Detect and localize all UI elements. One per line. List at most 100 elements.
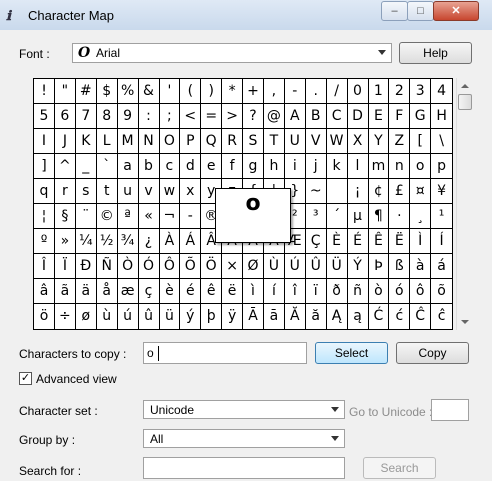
character-cell[interactable]: Î	[34, 254, 55, 279]
character-cell[interactable]: ?	[243, 104, 264, 129]
character-cell[interactable]: b	[138, 154, 160, 179]
character-cell[interactable]: ´	[326, 204, 348, 229]
character-cell[interactable]: X	[347, 129, 369, 154]
character-cell[interactable]: Õ	[180, 254, 202, 279]
character-cell[interactable]: c	[159, 154, 181, 179]
character-cell[interactable]: j	[305, 154, 327, 179]
maximize-button[interactable]: □	[407, 1, 434, 21]
character-cell[interactable]: ¼	[75, 229, 97, 254]
character-cell[interactable]: P	[180, 129, 202, 154]
character-cell[interactable]: ¦	[34, 204, 55, 229]
character-cell[interactable]: u	[117, 179, 139, 204]
character-cell[interactable]: v	[138, 179, 160, 204]
character-cell[interactable]: ¶	[368, 204, 390, 229]
advanced-view-checkbox[interactable]: ✓	[19, 372, 32, 385]
character-cell[interactable]: M	[117, 129, 139, 154]
character-cell[interactable]: 8	[96, 104, 118, 129]
character-cell[interactable]: Ý	[347, 254, 369, 279]
character-cell[interactable]: È	[326, 229, 348, 254]
character-cell[interactable]: ñ	[347, 279, 369, 304]
character-cell[interactable]: á	[431, 254, 453, 279]
character-cell[interactable]: Ć	[368, 304, 390, 329]
character-cell[interactable]: ü	[159, 304, 181, 329]
character-cell[interactable]: '	[159, 79, 181, 104]
character-cell[interactable]: U	[284, 129, 306, 154]
character-cell[interactable]: 2	[389, 79, 411, 104]
character-cell[interactable]: t	[96, 179, 118, 204]
character-cell[interactable]: 6	[54, 104, 76, 129]
character-cell[interactable]: É	[347, 229, 369, 254]
character-cell[interactable]: ć	[389, 304, 411, 329]
character-cell[interactable]: Q	[201, 129, 223, 154]
character-cell[interactable]: ]	[34, 154, 55, 179]
character-cell[interactable]: H	[431, 104, 453, 129]
character-cell[interactable]: 1	[368, 79, 390, 104]
character-cell[interactable]: ©	[96, 204, 118, 229]
character-cell[interactable]: õ	[431, 279, 453, 304]
character-cell[interactable]: û	[139, 304, 160, 329]
scroll-thumb[interactable]	[458, 94, 472, 110]
character-cell[interactable]: î	[284, 279, 306, 304]
character-cell[interactable]: k	[326, 154, 348, 179]
character-cell[interactable]: ú	[118, 304, 139, 329]
character-cell[interactable]: *	[222, 79, 244, 104]
character-cell[interactable]: ³	[305, 204, 327, 229]
character-cell[interactable]: &	[138, 79, 160, 104]
character-cell[interactable]: ã	[54, 279, 76, 304]
character-cell[interactable]: p	[431, 154, 453, 179]
character-cell[interactable]: Ĉ	[410, 304, 432, 329]
character-cell[interactable]: W	[326, 129, 348, 154]
character-cell[interactable]: -	[180, 204, 202, 229]
character-cell[interactable]: ā	[264, 304, 285, 329]
font-dropdown[interactable]: O Arial	[72, 43, 392, 63]
character-cell[interactable]: å	[96, 279, 118, 304]
character-cell[interactable]: Ó	[138, 254, 160, 279]
character-cell[interactable]: 9	[117, 104, 139, 129]
character-cell[interactable]: Ð	[75, 254, 97, 279]
character-cell[interactable]: _	[75, 154, 97, 179]
character-cell[interactable]: o	[410, 154, 432, 179]
character-cell[interactable]: =	[201, 104, 223, 129]
character-cell[interactable]: :	[138, 104, 160, 129]
character-cell[interactable]: Ñ	[96, 254, 118, 279]
characters-to-copy-input[interactable]: o	[143, 342, 307, 364]
character-cell[interactable]: )	[201, 79, 223, 104]
character-cell[interactable]: «	[138, 204, 160, 229]
character-cell[interactable]: ï	[305, 279, 327, 304]
character-cell[interactable]: 5	[34, 104, 55, 129]
search-input[interactable]	[143, 457, 345, 479]
character-cell[interactable]: \	[431, 129, 453, 154]
character-cell[interactable]: w	[159, 179, 181, 204]
copy-button[interactable]: Copy	[396, 342, 469, 364]
character-cell[interactable]: ù	[97, 304, 118, 329]
grid-scrollbar[interactable]	[456, 78, 473, 330]
character-cell[interactable]: Í	[431, 229, 453, 254]
character-cell[interactable]: D	[347, 104, 369, 129]
character-cell[interactable]: K	[75, 129, 97, 154]
character-cell[interactable]: ¹	[431, 204, 453, 229]
character-cell[interactable]: æ	[117, 279, 139, 304]
character-cell[interactable]: ×	[222, 254, 244, 279]
character-cell[interactable]: Ø	[243, 254, 264, 279]
select-button[interactable]: Select	[315, 342, 388, 364]
character-cell[interactable]: i	[284, 154, 306, 179]
character-cell[interactable]: Ă	[285, 304, 306, 329]
character-cell[interactable]: ò	[368, 279, 390, 304]
character-cell[interactable]: $	[96, 79, 118, 104]
character-cell[interactable]: !	[34, 79, 55, 104]
character-cell[interactable]: l	[347, 154, 369, 179]
character-cell[interactable]: .	[305, 79, 327, 104]
character-cell[interactable]: `	[96, 154, 118, 179]
character-cell[interactable]: m	[368, 154, 390, 179]
character-cell[interactable]: §	[54, 204, 76, 229]
character-cell[interactable]: +	[243, 79, 264, 104]
help-button[interactable]: Help	[399, 42, 472, 64]
character-cell[interactable]: Û	[305, 254, 327, 279]
character-cell[interactable]: 3	[410, 79, 432, 104]
scroll-down-arrow-icon[interactable]	[461, 320, 469, 324]
character-cell[interactable]: E	[368, 104, 390, 129]
character-cell[interactable]: ý	[180, 304, 202, 329]
character-cell[interactable]: J	[54, 129, 76, 154]
character-cell[interactable]	[326, 179, 348, 204]
character-cell[interactable]: ¿	[138, 229, 160, 254]
